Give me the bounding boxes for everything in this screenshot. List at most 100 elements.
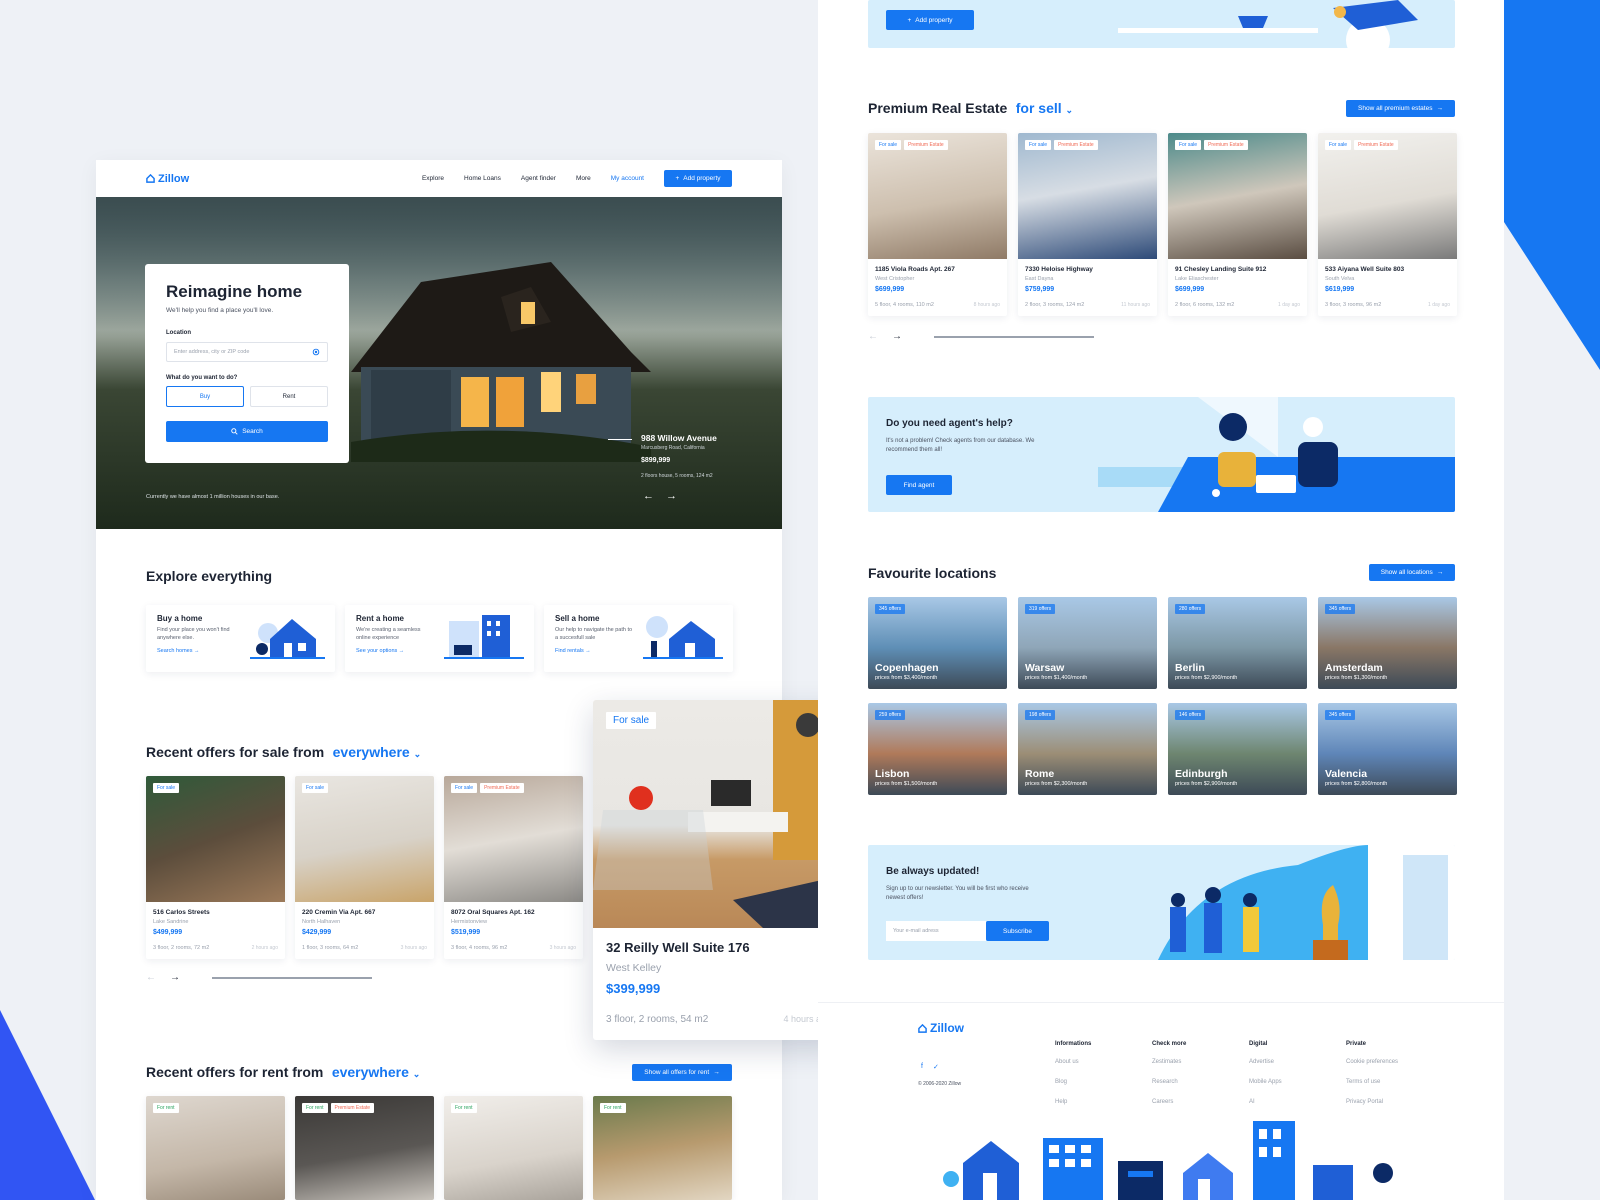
- hero-divider: [608, 439, 632, 440]
- featured-listing[interactable]: 988 Willow Avenue Marcusberg Road, Calif…: [641, 433, 717, 479]
- property-card[interactable]: For sale 220 Cremin Via Apt. 667 North Ha…: [295, 776, 434, 959]
- email-input[interactable]: Your e-mail adress: [886, 921, 986, 941]
- footer-link[interactable]: Advertise: [1249, 1059, 1282, 1065]
- show-locations-label: Show all locations: [1380, 569, 1433, 576]
- carousel-progress[interactable]: [212, 976, 372, 979]
- facebook-icon[interactable]: f: [921, 1063, 923, 1071]
- property-card[interactable]: For sale Premium Estate 1185 Viola Roads …: [868, 133, 1007, 316]
- sale-location-filter[interactable]: everywhere ⌄: [333, 744, 422, 760]
- location-name: Berlin: [1175, 662, 1205, 674]
- footer-link[interactable]: Blog: [1055, 1079, 1091, 1085]
- property-photo: For sale Premium Estate: [444, 776, 583, 902]
- logo-icon: [918, 1023, 927, 1033]
- property-price: $699,999: [1175, 286, 1205, 293]
- location-card[interactable]: 345 offers Valencia prices from $2,800/mon…: [1318, 703, 1457, 795]
- property-time: 3 hours ago: [400, 945, 427, 951]
- explore-card-buy[interactable]: Buy a home Find your place you won't fin…: [146, 605, 335, 672]
- premium-filter[interactable]: for sell ⌄: [1016, 100, 1073, 116]
- search-button[interactable]: Search: [166, 421, 328, 442]
- arrow-left-icon[interactable]: ←: [868, 331, 878, 342]
- footer-link[interactable]: AI: [1249, 1099, 1282, 1105]
- property-card[interactable]: For sale Premium Estate 7330 Heloise High…: [1018, 133, 1157, 316]
- arrow-right-icon[interactable]: →: [666, 490, 677, 502]
- property-card[interactable]: For rent: [444, 1096, 583, 1200]
- property-card[interactable]: For sale 516 Carlos Streets Lake Sandrine…: [146, 776, 285, 959]
- chevron-down-icon: ⌄: [412, 1069, 421, 1079]
- property-name: 7330 Heloise Highway: [1025, 266, 1093, 273]
- location-card[interactable]: 319 offers Warsaw prices from $1,400/month: [1018, 597, 1157, 689]
- show-rent-offers-button[interactable]: Show all offers for rent →: [632, 1064, 732, 1081]
- footer-link[interactable]: Terms of use: [1346, 1079, 1398, 1085]
- footer-link[interactable]: Careers: [1152, 1099, 1186, 1105]
- property-photo: For sale Premium Estate: [1318, 133, 1457, 259]
- buy-rent-toggle: Buy Rent: [166, 386, 328, 407]
- rent-location-filter[interactable]: everywhere ⌄: [332, 1064, 421, 1080]
- property-card[interactable]: For sale Premium Estate 91 Chesley Landin…: [1168, 133, 1307, 316]
- find-agent-button[interactable]: Find agent: [886, 475, 952, 495]
- rent-section-title: Recent offers for rent from: [146, 1064, 324, 1080]
- footer-link[interactable]: Help: [1055, 1099, 1091, 1105]
- offers-badge: 146 offers: [1175, 710, 1206, 720]
- property-meta: 3 floor, 2 rooms, 72 m2: [153, 945, 210, 951]
- explore-card-sell[interactable]: Sell a home Our help to navigate the pat…: [544, 605, 733, 672]
- nav-explore[interactable]: Explore: [422, 175, 444, 182]
- arrow-left-icon[interactable]: ←: [146, 972, 156, 983]
- location-price: prices from $2,900/month: [1175, 781, 1238, 787]
- location-card[interactable]: 345 offers Copenhagen prices from $3,400/m…: [868, 597, 1007, 689]
- rent-option[interactable]: Rent: [250, 386, 328, 407]
- explore-card-rent[interactable]: Rent a home We're creating a seamless on…: [345, 605, 534, 672]
- newsletter-banner: Be always updated! Sign up to our newsle…: [868, 845, 1455, 960]
- show-locations-button[interactable]: Show all locations →: [1369, 564, 1455, 581]
- property-card[interactable]: For rent Premium Estate: [295, 1096, 434, 1200]
- property-card[interactable]: For sale Premium Estate 8072 Oral Squares…: [444, 776, 583, 959]
- property-card[interactable]: For rent: [146, 1096, 285, 1200]
- location-card[interactable]: 345 offers Amsterdam prices from $1,300/mo…: [1318, 597, 1457, 689]
- buy-option[interactable]: Buy: [166, 386, 244, 407]
- arrow-right-icon: →: [1436, 569, 1444, 576]
- location-input[interactable]: Enter address, city or ZIP code: [166, 342, 328, 362]
- location-card[interactable]: 198 offers Rome prices from $2,300/month: [1018, 703, 1157, 795]
- logo[interactable]: Zillow: [146, 173, 189, 185]
- footer-link[interactable]: Zestimates: [1152, 1059, 1186, 1065]
- arrow-left-icon[interactable]: ←: [643, 490, 654, 502]
- footer-link[interactable]: Cookie preferences: [1346, 1059, 1398, 1065]
- add-property-button[interactable]: + Add property: [664, 170, 732, 187]
- locate-icon[interactable]: [312, 348, 320, 356]
- location-price: prices from $2,800/month: [1325, 781, 1388, 787]
- footer-link[interactable]: Mobile Apps: [1249, 1079, 1282, 1085]
- footer-logo[interactable]: Zillow: [918, 1021, 964, 1035]
- property-card[interactable]: For sale Premium Estate 533 Aiyana Well S…: [1318, 133, 1457, 316]
- footer-link[interactable]: About us: [1055, 1059, 1091, 1065]
- carousel-progress[interactable]: [934, 335, 1094, 338]
- chevron-down-icon: ⌄: [413, 749, 422, 759]
- nav-home-loans[interactable]: Home Loans: [464, 175, 501, 182]
- nav-more[interactable]: More: [576, 175, 591, 182]
- location-placeholder: Enter address, city or ZIP code: [174, 349, 250, 355]
- subscribe-button[interactable]: Subscribe: [986, 921, 1049, 941]
- arrow-right-icon[interactable]: →: [170, 972, 180, 983]
- buy-home-illustration: [250, 619, 325, 659]
- footer-link[interactable]: Privacy Portal: [1346, 1099, 1398, 1105]
- premium-section-header: Premium Real Estate for sell ⌄: [868, 100, 1073, 118]
- decor-shape-right: [1504, 0, 1600, 370]
- property-city: East Dayna: [1025, 276, 1054, 282]
- footer-link[interactable]: Research: [1152, 1079, 1186, 1085]
- location-price: prices from $1,300/month: [1325, 675, 1388, 681]
- twitter-icon[interactable]: ✓: [933, 1063, 939, 1071]
- arrow-right-icon[interactable]: →: [892, 331, 902, 342]
- featured-property-card[interactable]: For sale 32 Reilly Well Suite 176 West K…: [593, 700, 844, 1040]
- plus-icon: +: [675, 175, 680, 182]
- location-card[interactable]: 146 offers Edinburgh prices from $2,900/mo…: [1168, 703, 1307, 795]
- property-card[interactable]: For rent: [593, 1096, 732, 1200]
- hero-arrows: ← →: [643, 490, 677, 502]
- show-premium-button[interactable]: Show all premium estates →: [1346, 100, 1455, 117]
- plus-icon: +: [907, 16, 912, 24]
- sell-home-illustration: [643, 616, 723, 659]
- nav-agent-finder[interactable]: Agent finder: [521, 175, 556, 182]
- location-card[interactable]: 259 offers Lisbon prices from $1,500/month: [868, 703, 1007, 795]
- location-card[interactable]: 280 offers Berlin prices from $2,900/month: [1168, 597, 1307, 689]
- banner-add-property-button[interactable]: + Add property: [886, 10, 974, 30]
- location-price: prices from $2,900/month: [1175, 675, 1238, 681]
- featured-card-name: 32 Reilly Well Suite 176: [606, 940, 750, 955]
- my-account-link[interactable]: My account: [611, 175, 644, 182]
